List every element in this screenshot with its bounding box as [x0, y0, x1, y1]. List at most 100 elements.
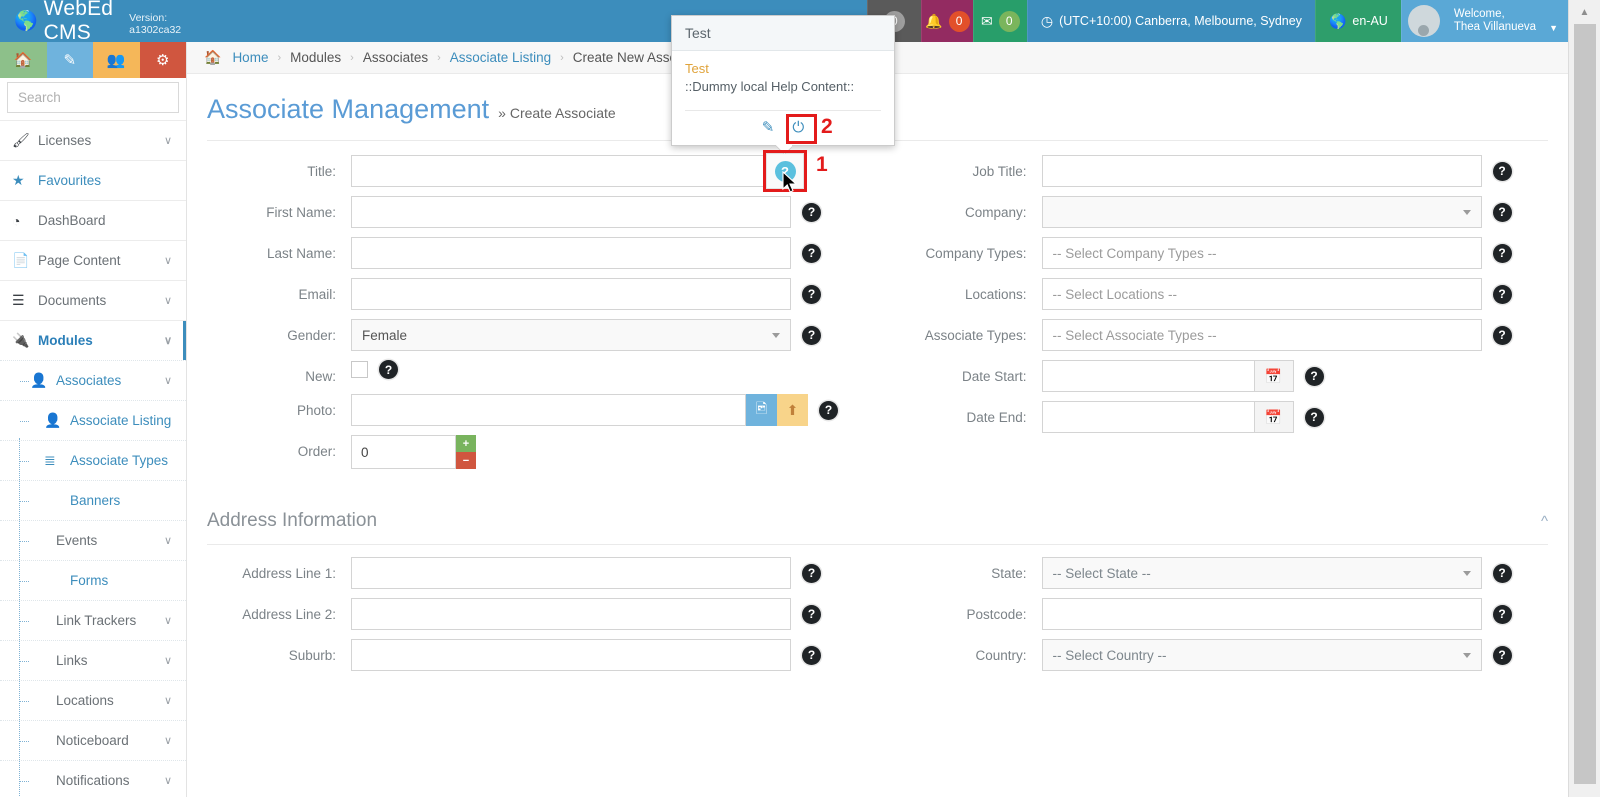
postcode-input[interactable] — [1042, 598, 1482, 630]
help-icon-country[interactable]: ? — [1493, 646, 1512, 665]
date-start-datepicker[interactable]: 📅 — [1042, 360, 1294, 392]
messages-menu[interactable]: ✉ 0 — [973, 0, 1027, 42]
search-box[interactable]: 🔍 — [7, 82, 179, 113]
suburb-input[interactable] — [351, 639, 791, 671]
company-types-input[interactable] — [1042, 237, 1482, 269]
chevron-down-icon[interactable]: ∨ — [164, 774, 186, 787]
locations-input[interactable] — [1042, 278, 1482, 310]
chevron-down-icon[interactable]: ∨ — [164, 294, 186, 307]
date-end-input[interactable] — [1042, 401, 1254, 433]
help-icon-suburb[interactable]: ? — [802, 646, 821, 665]
breadcrumb-item-associate-listing[interactable]: Associate Listing — [450, 50, 551, 65]
help-icon-company[interactable]: ? — [1493, 203, 1512, 222]
first-name-input[interactable] — [351, 196, 791, 228]
language-selector[interactable]: 🌎 en-AU — [1315, 0, 1401, 42]
address-line-1-input[interactable] — [351, 557, 791, 589]
home-quick-action[interactable]: 🏠 — [0, 42, 47, 78]
sidebar-item-links[interactable]: Links∨ — [0, 640, 186, 680]
calendar-icon[interactable]: 📅 — [1254, 401, 1294, 433]
settings-quick-action[interactable]: ⚙ — [140, 42, 187, 78]
alerts-menu[interactable]: 🔔 0 — [921, 0, 973, 42]
date-end-datepicker[interactable]: 📅 — [1042, 401, 1294, 433]
help-icon-address-line-2[interactable]: ? — [802, 605, 821, 624]
breadcrumb-item-associates[interactable]: Associates — [363, 50, 428, 65]
title-input[interactable] — [351, 155, 791, 187]
date-start-input[interactable] — [1042, 360, 1254, 392]
help-icon-first-name[interactable]: ? — [802, 203, 821, 222]
state-select[interactable]: -- Select State -- — [1042, 557, 1482, 589]
help-icon-date-start[interactable]: ? — [1305, 367, 1324, 386]
sidebar-item-locations[interactable]: Locations∨ — [0, 680, 186, 720]
last-name-input[interactable] — [351, 237, 791, 269]
help-popup-body: Test ::Dummy local Help Content:: — [672, 51, 894, 101]
help-icon-last-name[interactable]: ? — [802, 244, 821, 263]
job-title-input[interactable] — [1042, 155, 1482, 187]
address-line-2-input[interactable] — [351, 598, 791, 630]
help-icon-new[interactable]: ? — [379, 360, 398, 379]
scroll-up-arrow[interactable]: ▲ — [1569, 0, 1600, 24]
user-menu[interactable]: Welcome, Thea Villanueva ▼ — [1401, 0, 1568, 42]
chevron-down-icon[interactable]: ∨ — [164, 534, 186, 547]
page-scrollbar[interactable]: ▲ — [1568, 0, 1600, 797]
order-decrement-button[interactable]: − — [456, 452, 476, 469]
help-icon-date-end[interactable]: ? — [1305, 408, 1324, 427]
help-icon-company-types[interactable]: ? — [1493, 244, 1512, 263]
photo-input[interactable] — [351, 394, 746, 426]
field-label: State: — [890, 557, 1042, 582]
breadcrumb-item-home[interactable]: Home — [232, 50, 268, 65]
help-icon-job-title[interactable]: ? — [1493, 162, 1512, 181]
sidebar-item-notifications[interactable]: Notifications∨ — [0, 760, 186, 797]
sidebar-item-favourites[interactable]: ★Favourites — [0, 160, 186, 200]
sidebar-item-forms[interactable]: Forms — [0, 560, 186, 600]
users-quick-action[interactable]: 👥 — [93, 42, 140, 78]
sidebar-item-link-trackers[interactable]: Link Trackers∨ — [0, 600, 186, 640]
chevron-up-icon[interactable]: ^ — [1541, 513, 1548, 530]
browse-image-button[interactable]: 🖻 — [746, 394, 777, 426]
upload-image-button[interactable]: ⬆ — [777, 394, 808, 426]
chevron-down-icon[interactable]: ∨ — [164, 614, 186, 627]
help-icon-state[interactable]: ? — [1493, 564, 1512, 583]
chevron-down-icon[interactable]: ∨ — [164, 654, 186, 667]
sidebar-item-associate-types[interactable]: ≣Associate Types — [0, 440, 186, 480]
order-stepper[interactable]: +− — [351, 435, 476, 469]
associate-types-input[interactable] — [1042, 319, 1482, 351]
order-increment-button[interactable]: + — [456, 435, 476, 452]
sidebar-item-events[interactable]: Events∨ — [0, 520, 186, 560]
country-select[interactable]: -- Select Country -- — [1042, 639, 1482, 671]
help-icon-associate-types[interactable]: ? — [1493, 326, 1512, 345]
sidebar-item-associate-listing[interactable]: 👤Associate Listing — [0, 400, 186, 440]
sidebar-item-associates[interactable]: 👤Associates∨ — [0, 360, 186, 400]
help-icon-gender[interactable]: ? — [802, 326, 821, 345]
chevron-down-icon[interactable]: ∨ — [164, 134, 186, 147]
chevron-down-icon[interactable]: ∨ — [164, 734, 186, 747]
help-icon-locations[interactable]: ? — [1493, 285, 1512, 304]
edit-quick-action[interactable]: ✎ — [47, 42, 94, 78]
chevron-down-icon[interactable]: ∨ — [164, 694, 186, 707]
help-icon-postcode[interactable]: ? — [1493, 605, 1512, 624]
brand-logo[interactable]: 🌎 WebEd CMS Version: a1302ca32 — [0, 0, 187, 42]
search-input[interactable] — [16, 89, 187, 106]
sidebar-item-licenses[interactable]: 🖌Licenses∨ — [0, 120, 186, 160]
help-icon-photo[interactable]: ? — [819, 401, 838, 420]
sidebar-item-dashboard[interactable]: ◔DashBoard — [0, 200, 186, 240]
breadcrumb-item-modules[interactable]: Modules — [290, 50, 341, 65]
sidebar-item-noticeboard[interactable]: Noticeboard∨ — [0, 720, 186, 760]
timezone-indicator[interactable]: ◷ (UTC+10:00) Canberra, Melbourne, Sydne… — [1027, 0, 1315, 42]
chevron-down-icon[interactable]: ∨ — [164, 254, 186, 267]
calendar-icon[interactable]: 📅 — [1254, 360, 1294, 392]
sidebar-item-banners[interactable]: Banners — [0, 480, 186, 520]
email-input[interactable] — [351, 278, 791, 310]
scrollbar-thumb[interactable] — [1574, 24, 1596, 784]
sidebar-item-modules[interactable]: 🔌Modules∨ — [0, 320, 186, 360]
chevron-down-icon[interactable]: ∨ — [164, 374, 186, 387]
help-icon-email[interactable]: ? — [802, 285, 821, 304]
help-icon-address-line-1[interactable]: ? — [802, 564, 821, 583]
order-input[interactable] — [351, 435, 456, 469]
popup-edit-button[interactable]: ✎ — [762, 118, 775, 136]
new-checkbox[interactable] — [351, 361, 368, 378]
gender-select[interactable]: Female — [351, 319, 791, 351]
sidebar-item-documents[interactable]: ☰Documents∨ — [0, 280, 186, 320]
sidebar-item-page-content[interactable]: 📄Page Content∨ — [0, 240, 186, 280]
chevron-down-icon[interactable]: ∨ — [164, 334, 186, 347]
company-select[interactable] — [1042, 196, 1482, 228]
